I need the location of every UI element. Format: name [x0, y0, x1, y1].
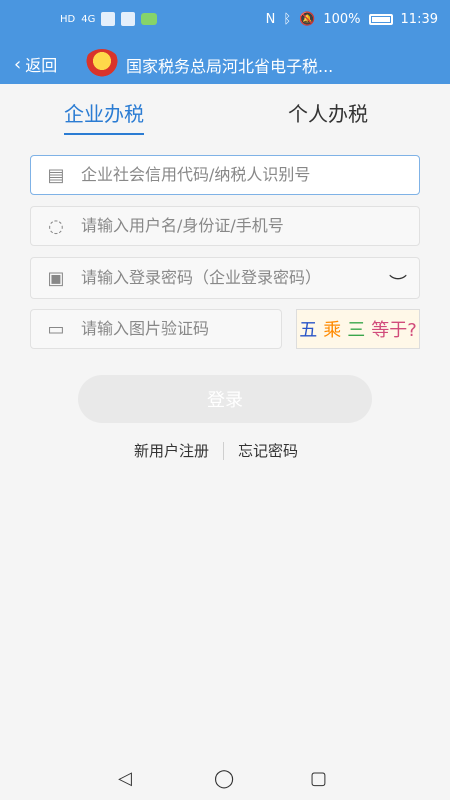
status-bar: HD 4G N ᛒ 🔕 100% 11:39 [0, 0, 450, 44]
nfc-icon: N [265, 12, 276, 27]
register-link[interactable]: 新用户注册 [134, 440, 209, 461]
battery-text: 100% [323, 12, 361, 27]
page-title: 国家税务总局河北省电子税... [126, 57, 334, 76]
captcha-image[interactable]: 五 乘 三 等于? [296, 309, 420, 349]
document-icon: ▤ [47, 164, 65, 186]
captcha-char-2: 乘 [323, 320, 342, 341]
lock-icon: ▣ [47, 267, 65, 289]
nav-back-icon[interactable]: ◁ [118, 768, 132, 789]
mute-icon: 🔕 [299, 12, 316, 27]
account-links: 新用户注册 忘记密码 [134, 440, 298, 461]
hd-label: HD [60, 13, 76, 25]
bluetooth-icon: ᛒ [283, 12, 292, 27]
user-icon: ◌ [48, 215, 64, 237]
system-navbar: ◁ ◯ ▢ [0, 758, 450, 800]
nav-recent-icon[interactable]: ▢ [310, 768, 327, 789]
wifi-icon [101, 12, 116, 26]
forgot-password-link[interactable]: 忘记密码 [238, 440, 298, 461]
credit-code-field[interactable]: ▤ 企业社会信用代码/纳税人识别号 [30, 155, 420, 195]
username-placeholder: 请输入用户名/身份证/手机号 [81, 216, 284, 235]
app-icon [121, 12, 136, 26]
app-header: ‹ 返回 国家税务总局河北省电子税... [0, 44, 450, 84]
network-label: 4G [81, 13, 96, 25]
captcha-placeholder: 请输入图片验证码 [81, 319, 210, 338]
captcha-field[interactable]: ▭ 请输入图片验证码 [30, 309, 282, 349]
back-label: 返回 [25, 56, 58, 75]
tab-enterprise[interactable]: 企业办税 [64, 98, 144, 135]
status-time: 11:39 [400, 12, 438, 27]
status-left: HD 4G [60, 12, 158, 26]
captcha-char-4: 等于? [371, 320, 417, 341]
badge-icon [141, 13, 158, 25]
credit-code-placeholder: 企业社会信用代码/纳税人识别号 [81, 165, 311, 184]
login-button[interactable]: 登录 [78, 375, 372, 423]
status-right: N ᛒ 🔕 100% 11:39 [266, 12, 438, 27]
tax-emblem-logo [84, 49, 120, 79]
back-button[interactable]: ‹ 返回 [14, 52, 57, 76]
password-field[interactable]: ▣ 请输入登录密码（企业登录密码） ︶ [30, 257, 420, 299]
login-tabs: 企业办税 个人办税 [0, 88, 450, 138]
battery-icon [368, 14, 393, 25]
password-placeholder: 请输入登录密码（企业登录密码） [81, 268, 322, 287]
username-field[interactable]: ◌ 请输入用户名/身份证/手机号 [30, 206, 420, 246]
captcha-char-3: 三 [347, 320, 366, 341]
nav-home-icon[interactable]: ◯ [214, 768, 234, 789]
chevron-left-icon: ‹ [14, 53, 22, 75]
tab-personal[interactable]: 个人办税 [288, 98, 368, 127]
captcha-char-1: 五 [299, 320, 318, 341]
eye-icon[interactable]: ︶ [389, 270, 407, 296]
image-icon: ▭ [47, 318, 65, 340]
links-divider [223, 441, 225, 460]
